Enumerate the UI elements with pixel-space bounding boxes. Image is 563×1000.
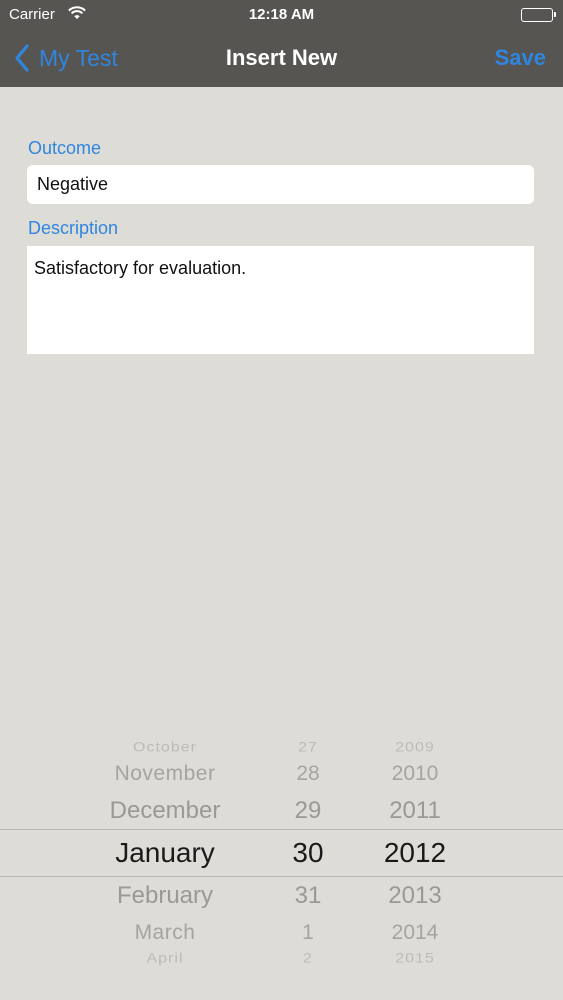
navigation-header: Carrier 12:18 AM My Test Insert New Save (0, 0, 563, 87)
day-option[interactable]: 2 (268, 951, 348, 966)
outcome-label: Outcome (28, 138, 102, 158)
clock-time: 12:18 AM (248, 6, 315, 23)
day-option[interactable]: 29 (268, 797, 348, 825)
description-field[interactable]: Satisfactory for evaluation. (27, 246, 534, 354)
year-option[interactable]: 2010 (360, 762, 470, 786)
month-option[interactable]: April (55, 951, 275, 966)
day-option[interactable]: 1 (268, 921, 348, 945)
month-option[interactable]: October (55, 740, 275, 755)
year-option[interactable]: 2015 (360, 951, 470, 966)
month-option-selected[interactable]: January (55, 837, 275, 869)
page-title: Insert New (225, 45, 338, 70)
save-button[interactable]: Save (495, 45, 546, 71)
month-option[interactable]: November (55, 762, 275, 786)
day-option-selected[interactable]: 30 (268, 837, 348, 869)
status-bar: Carrier 12:18 AM (0, 0, 563, 30)
outcome-field[interactable] (27, 165, 534, 204)
year-option[interactable]: 2011 (360, 797, 470, 825)
day-option[interactable]: 28 (268, 762, 348, 786)
day-option[interactable]: 27 (268, 740, 348, 755)
day-option[interactable]: 31 (268, 882, 348, 910)
month-option[interactable]: December (55, 797, 275, 825)
nav-bar: My Test Insert New Save (0, 30, 563, 87)
year-option[interactable]: 2009 (360, 740, 470, 755)
year-wheel[interactable]: 2009 2010 2011 2012 2013 2014 2015 (360, 725, 470, 975)
month-wheel[interactable]: October November December January Februa… (55, 725, 275, 975)
year-option-selected[interactable]: 2012 (360, 837, 470, 869)
month-option[interactable]: February (55, 882, 275, 910)
battery-icon (521, 8, 556, 22)
date-picker[interactable]: October November December January Februa… (0, 725, 563, 975)
year-option[interactable]: 2014 (360, 921, 470, 945)
year-option[interactable]: 2013 (360, 882, 470, 910)
day-wheel[interactable]: 27 28 29 30 31 1 2 (268, 725, 348, 975)
month-option[interactable]: March (55, 921, 275, 945)
description-label: Description (28, 218, 119, 238)
